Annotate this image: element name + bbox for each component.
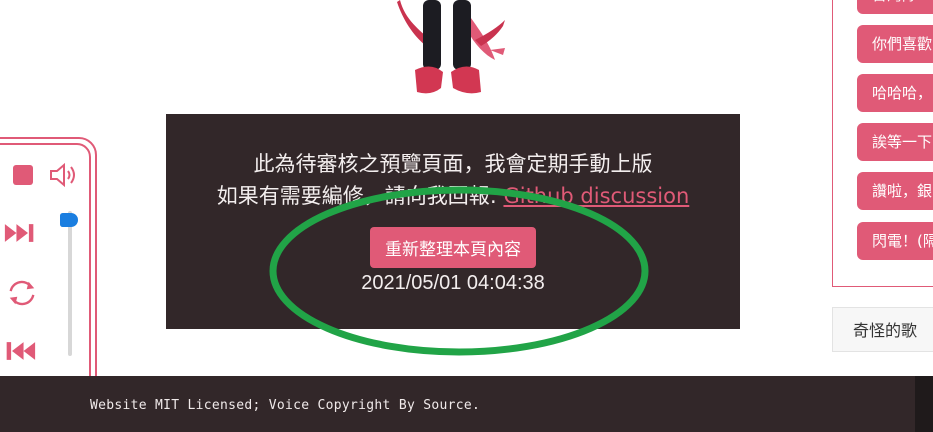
loop-button[interactable]	[6, 277, 38, 309]
footer: Website MIT Licensed; Voice Copyright By…	[0, 376, 915, 432]
audio-player	[0, 137, 97, 401]
sidebar-voice-button-6[interactable]: 閃電！(隔	[857, 222, 933, 260]
stop-button[interactable]	[7, 159, 39, 191]
refresh-page-button[interactable]: 重新整理本頁內容	[370, 227, 536, 268]
sidebar-voice-button-5[interactable]: 讚啦，銀	[857, 172, 933, 210]
sidebar-voice-button-2[interactable]: 你們喜歡	[857, 25, 933, 63]
sidebar-voice-button-3[interactable]: 哈哈哈，	[857, 74, 933, 112]
skip-forward-icon	[4, 224, 34, 242]
repeat-icon	[9, 280, 35, 306]
volume-slider-track[interactable]	[68, 211, 72, 356]
previous-track-button[interactable]	[4, 335, 36, 367]
notice-line-2-text: 如果有需要編修，請向我回報:	[216, 184, 504, 208]
notice-line-1: 此為待審核之預覽頁面，我會定期手動上版	[253, 152, 653, 176]
github-discussion-link[interactable]: Github discussion	[503, 184, 689, 208]
character-illustration	[397, 0, 505, 94]
next-track-button[interactable]	[4, 217, 36, 249]
speaker-icon	[50, 162, 75, 188]
skip-back-icon	[6, 342, 36, 360]
build-timestamp: 2021/05/01 04:04:38	[361, 272, 545, 294]
footer-license-text: Website MIT Licensed; Voice Copyright By…	[90, 398, 481, 413]
notice-line-2: 如果有需要編修，請向我回報: Github discussion	[166, 180, 740, 210]
preview-notice: 此為待審核之預覽頁面，我會定期手動上版 如果有需要編修，請向我回報: Githu…	[166, 114, 740, 329]
volume-button[interactable]	[48, 159, 80, 191]
sidebar-section-header[interactable]: 奇怪的歌	[832, 307, 933, 352]
footer-edge	[915, 376, 933, 432]
stop-icon	[13, 165, 33, 185]
sidebar-voice-button-1[interactable]: 台灣隊	[857, 0, 933, 14]
sidebar-voice-button-4[interactable]: 誒等一下	[857, 123, 933, 161]
volume-slider-handle[interactable]	[60, 213, 78, 227]
